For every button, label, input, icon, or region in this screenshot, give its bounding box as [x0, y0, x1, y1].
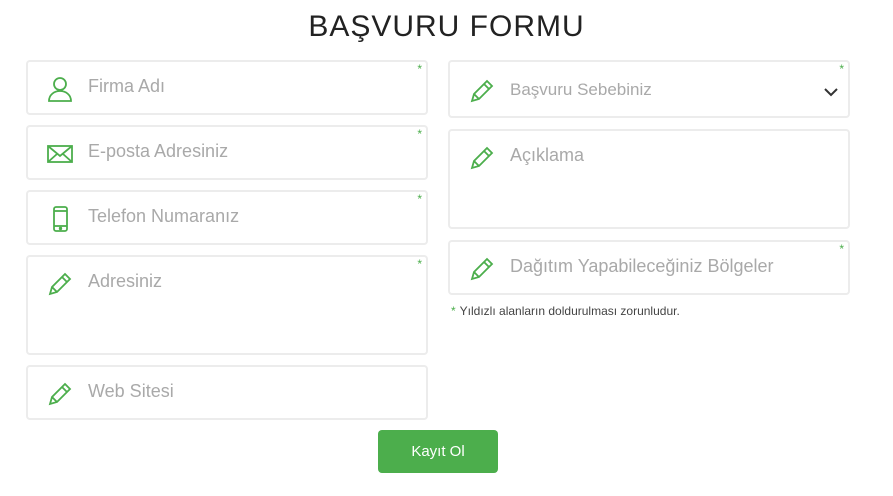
- required-mark: *: [417, 127, 422, 141]
- pencil-icon: [468, 255, 496, 283]
- chevron-down-icon[interactable]: [824, 84, 838, 97]
- pencil-icon: [46, 380, 74, 408]
- description-placeholder: Açıklama: [510, 145, 585, 165]
- website-field[interactable]: Web Sitesi: [26, 365, 428, 420]
- required-mark: *: [839, 242, 844, 256]
- company-name-placeholder: Firma Adı: [88, 76, 166, 96]
- user-icon: [46, 75, 74, 103]
- pencil-icon: [468, 144, 496, 172]
- distribution-regions-field[interactable]: Dağıtım Yapabileceğiniz Bölgeler *: [448, 240, 850, 295]
- address-textarea[interactable]: Adresiniz *: [26, 255, 428, 355]
- envelope-icon: [46, 140, 74, 168]
- phone-field[interactable]: Telefon Numaranız *: [26, 190, 428, 245]
- company-name-field[interactable]: Firma Adı *: [26, 60, 428, 115]
- phone-icon: [46, 205, 74, 233]
- application-reason-select[interactable]: Başvuru Sebebiniz *: [448, 60, 850, 118]
- email-placeholder: E-posta Adresiniz: [88, 141, 229, 161]
- required-mark: *: [451, 304, 456, 318]
- required-mark: *: [417, 257, 422, 271]
- pencil-icon: [468, 77, 496, 105]
- submit-button[interactable]: Kayıt Ol: [378, 430, 498, 473]
- required-note-text: Yıldızlı alanların doldurulması zorunlud…: [459, 304, 680, 318]
- distribution-regions-placeholder: Dağıtım Yapabileceğiniz Bölgeler: [510, 256, 774, 276]
- application-reason-placeholder: Başvuru Sebebiniz: [510, 80, 652, 99]
- required-mark: *: [417, 192, 422, 206]
- required-mark: *: [417, 62, 422, 76]
- address-placeholder: Adresiniz: [88, 271, 163, 291]
- form-title: BAŞVURU FORMU: [308, 10, 585, 43]
- description-textarea[interactable]: Açıklama: [448, 129, 850, 229]
- website-placeholder: Web Sitesi: [88, 381, 174, 401]
- required-note: * Yıldızlı alanların doldurulması zorunlu…: [451, 304, 680, 318]
- phone-placeholder: Telefon Numaranız: [88, 206, 240, 226]
- required-mark: *: [839, 62, 844, 76]
- pencil-icon: [46, 270, 74, 298]
- email-field[interactable]: E-posta Adresiniz *: [26, 125, 428, 180]
